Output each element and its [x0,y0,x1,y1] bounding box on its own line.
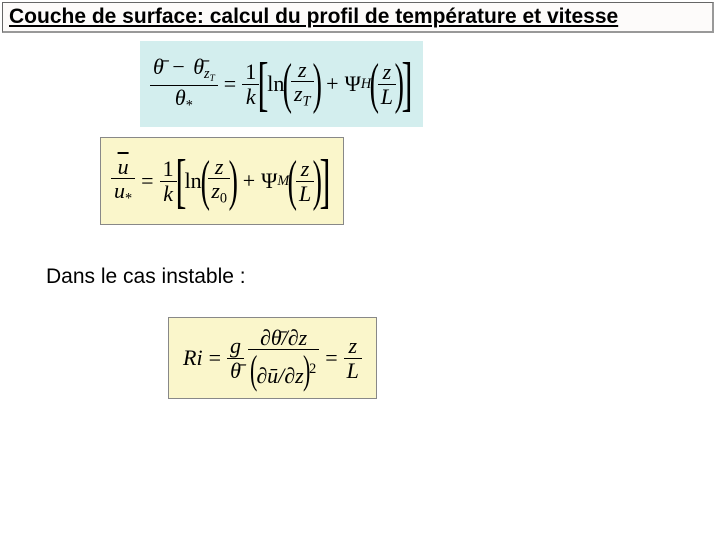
title-text: Couche de surface: calcul du profil de t… [9,5,618,28]
equation-richardson-number: Ri = g θ̄ ∂θ̄/∂z (∂ū/∂z)2 = z L [168,317,377,399]
equation-temperature-profile: θ̄ − θ̄zT θ* = 1 k [ ln ( z zT ) + ΨH ( … [140,41,423,127]
equation-velocity-profile: u u* = 1 k [ ln ( z z0 ) + ΨM ( z L ) ] [100,137,344,225]
subtitle-unstable-case: Dans le cas instable : [46,265,246,289]
page-title: Couche de surface: calcul du profil de t… [2,2,714,33]
